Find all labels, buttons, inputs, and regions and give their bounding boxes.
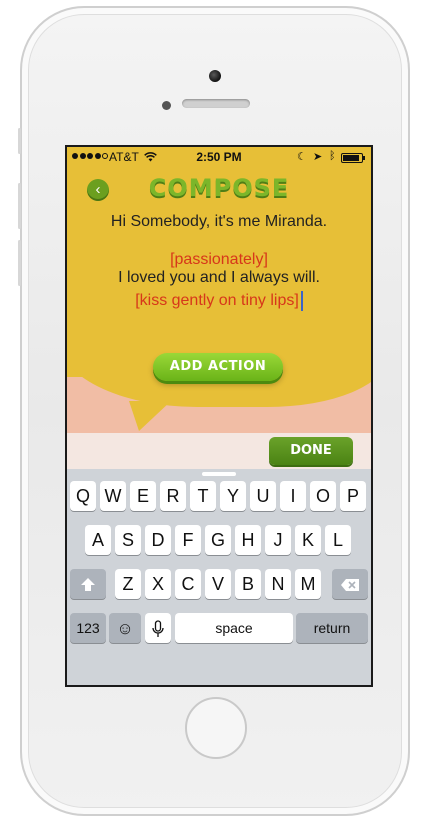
key-n[interactable]: N bbox=[265, 569, 291, 599]
microphone-icon bbox=[152, 620, 164, 638]
volume-up-button bbox=[18, 183, 21, 229]
key-w[interactable]: W bbox=[100, 481, 126, 511]
key-p[interactable]: P bbox=[340, 481, 366, 511]
proximity-sensor bbox=[162, 101, 171, 110]
key-i[interactable]: I bbox=[280, 481, 306, 511]
key-o[interactable]: O bbox=[310, 481, 336, 511]
delete-key[interactable] bbox=[332, 569, 368, 599]
action-tag-2-text: [kiss gently on tiny lips] bbox=[135, 292, 299, 310]
speech-bubble-tail bbox=[129, 401, 171, 431]
key-r[interactable]: R bbox=[160, 481, 186, 511]
text-cursor bbox=[300, 291, 303, 311]
key-e[interactable]: E bbox=[130, 481, 156, 511]
emoji-icon: ☺ bbox=[116, 619, 134, 638]
home-button[interactable] bbox=[185, 697, 247, 759]
front-camera bbox=[209, 70, 221, 82]
done-button[interactable]: DONE bbox=[269, 437, 353, 465]
key-s[interactable]: S bbox=[115, 525, 141, 555]
numbers-key[interactable]: 123 bbox=[70, 613, 106, 643]
add-action-button[interactable]: ADD ACTION bbox=[153, 353, 283, 381]
key-a[interactable]: A bbox=[85, 525, 111, 555]
emoji-key[interactable]: ☺ bbox=[109, 613, 141, 643]
message-line-2[interactable]: I loved you and I always will. bbox=[67, 269, 371, 287]
shift-key[interactable] bbox=[70, 569, 106, 599]
space-key[interactable]: space bbox=[175, 613, 293, 643]
key-z[interactable]: Z bbox=[115, 569, 141, 599]
earpiece-speaker bbox=[182, 99, 250, 108]
key-t[interactable]: T bbox=[190, 481, 216, 511]
location-icon: ➤ bbox=[313, 151, 323, 163]
key-g[interactable]: G bbox=[205, 525, 231, 555]
key-y[interactable]: Y bbox=[220, 481, 246, 511]
keyboard: Q W E R T Y U I O P A S D F G H J K L Z … bbox=[67, 469, 371, 685]
action-tag-1[interactable]: [passionately] bbox=[67, 251, 371, 269]
key-u[interactable]: U bbox=[250, 481, 276, 511]
battery-icon bbox=[341, 153, 365, 163]
dictation-key[interactable] bbox=[145, 613, 171, 643]
screen: AT&T 2:50 PM ☾ ➤ ᛒ ‹ COMPOSE Hi Somebody… bbox=[65, 145, 373, 687]
page-title: COMPOSE bbox=[148, 174, 290, 202]
bluetooth-icon: ᛒ bbox=[329, 150, 336, 162]
backspace-icon bbox=[341, 579, 359, 592]
key-k[interactable]: K bbox=[295, 525, 321, 555]
key-j[interactable]: J bbox=[265, 525, 291, 555]
key-m[interactable]: M bbox=[295, 569, 321, 599]
shift-icon bbox=[81, 578, 95, 592]
key-b[interactable]: B bbox=[235, 569, 261, 599]
key-d[interactable]: D bbox=[145, 525, 171, 555]
key-v[interactable]: V bbox=[205, 569, 231, 599]
key-q[interactable]: Q bbox=[70, 481, 96, 511]
key-f[interactable]: F bbox=[175, 525, 201, 555]
keyboard-grabber[interactable] bbox=[202, 472, 236, 476]
action-tag-2[interactable]: [kiss gently on tiny lips] bbox=[67, 291, 371, 311]
done-bar: DONE bbox=[67, 433, 371, 469]
do-not-disturb-icon: ☾ bbox=[297, 151, 307, 163]
key-h[interactable]: H bbox=[235, 525, 261, 555]
key-x[interactable]: X bbox=[145, 569, 171, 599]
return-key[interactable]: return bbox=[296, 613, 368, 643]
status-bar: AT&T 2:50 PM ☾ ➤ ᛒ bbox=[67, 147, 371, 167]
volume-down-button bbox=[18, 240, 21, 286]
status-time: 2:50 PM bbox=[196, 150, 242, 164]
key-c[interactable]: C bbox=[175, 569, 201, 599]
key-l[interactable]: L bbox=[325, 525, 351, 555]
message-line-1[interactable]: Hi Somebody, it's me Miranda. bbox=[67, 213, 371, 231]
mute-switch bbox=[18, 128, 21, 154]
